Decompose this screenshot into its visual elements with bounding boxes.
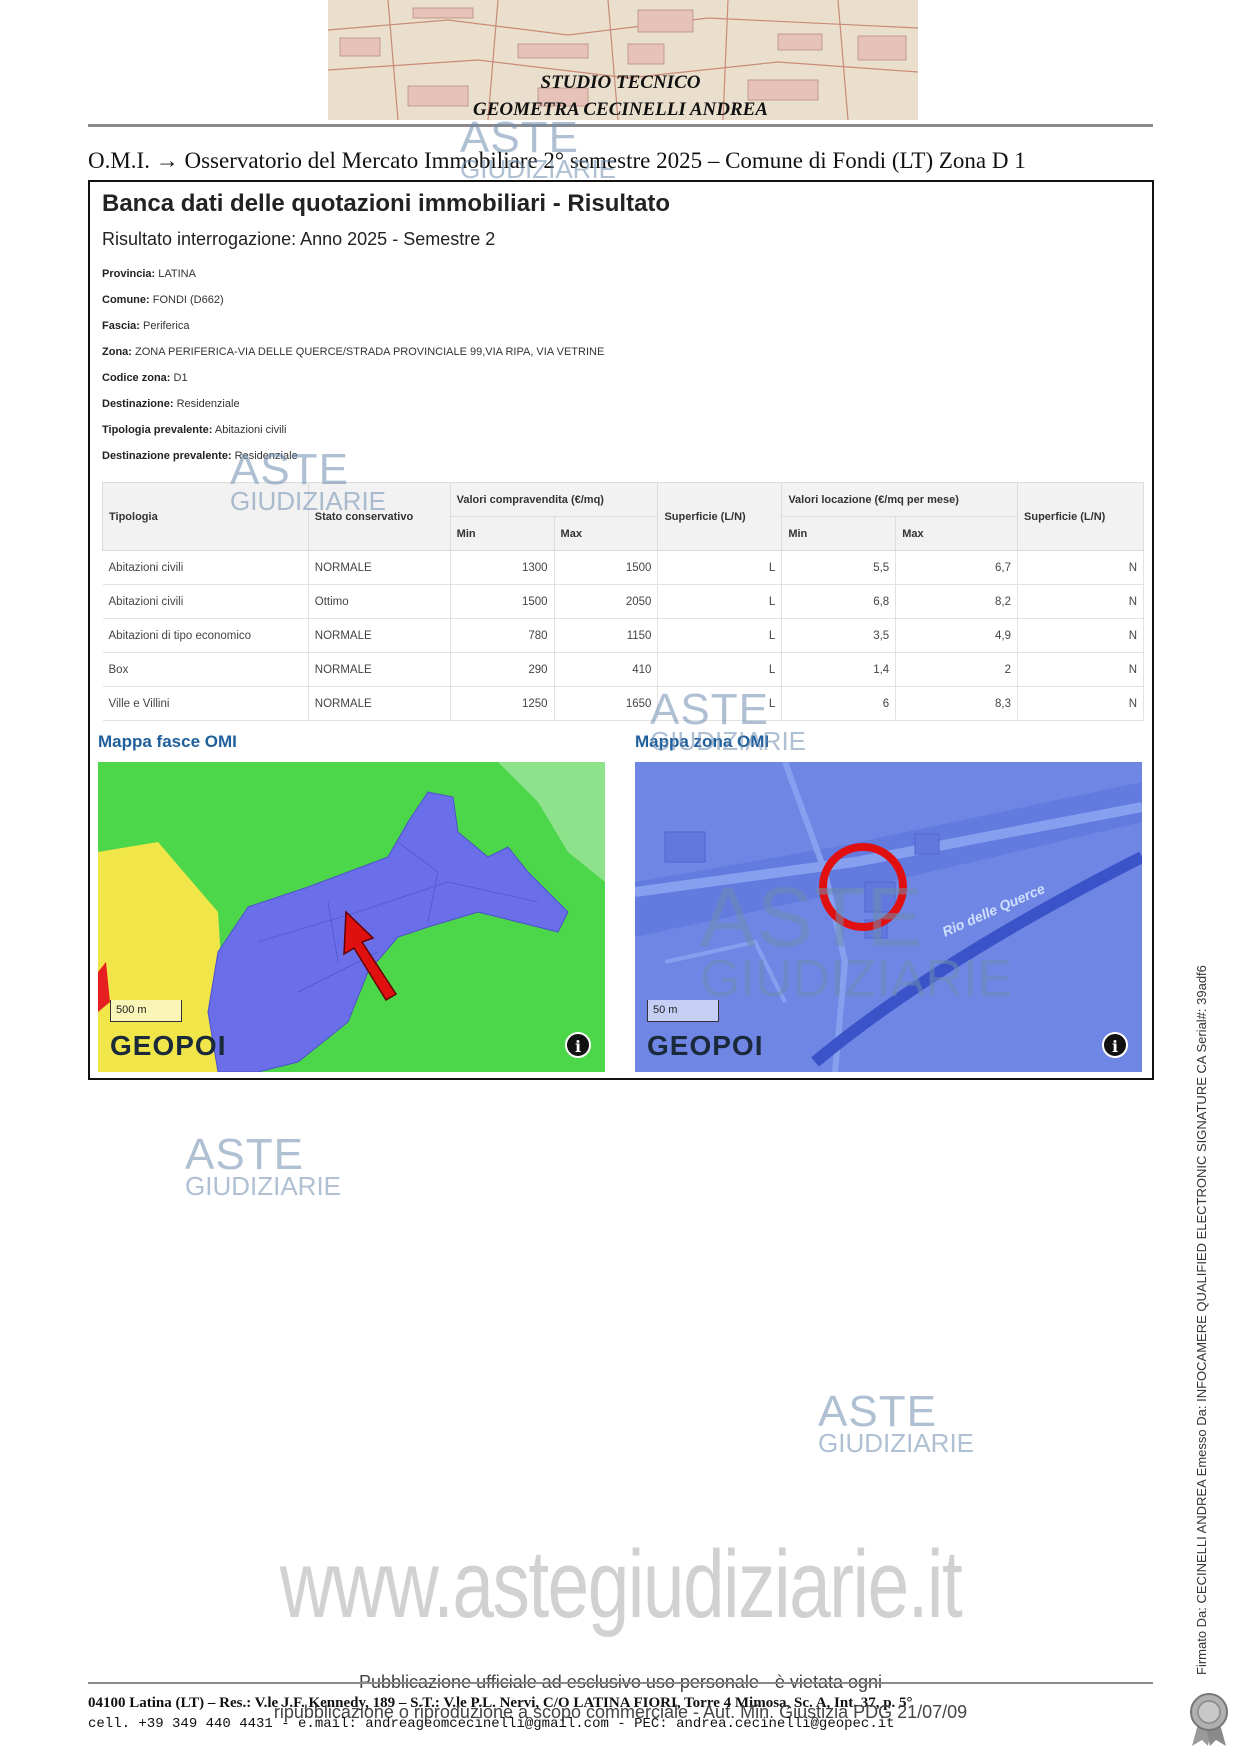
result-title: Banca dati delle quotazioni immobiliari … xyxy=(102,190,671,217)
cell-sup1: L xyxy=(657,550,783,585)
watermark-aste: ASTE GIUDIZIARIE xyxy=(650,685,807,756)
cell-v-min: 780 xyxy=(450,618,555,653)
col-locazione-max: Max xyxy=(895,516,1019,551)
cell-stato: NORMALE xyxy=(308,618,451,653)
col-vendita-min: Min xyxy=(449,516,555,551)
cell-v-max: 1650 xyxy=(554,686,659,721)
cell-v-min: 1250 xyxy=(450,686,555,721)
map-zona-brand: GEOPOI xyxy=(647,1030,764,1061)
footer-divider xyxy=(88,1682,1153,1684)
cell-l-max: 8,2 xyxy=(895,584,1019,619)
cell-v-max: 410 xyxy=(554,652,659,687)
info-comune: Comune: FONDI (D662) xyxy=(102,294,224,306)
info-destinazione: Destinazione: Residenziale xyxy=(102,398,240,410)
cell-l-max: 6,7 xyxy=(895,550,1019,585)
cell-tipologia: Abitazioni civili xyxy=(102,584,309,619)
cell-l-min: 5,5 xyxy=(781,550,897,585)
cell-l-min: 6,8 xyxy=(781,584,897,619)
map-fasce-omi[interactable]: 500 m GEOPOI i xyxy=(98,762,605,1072)
cell-stato: NORMALE xyxy=(308,550,451,585)
map-fasce-scale: 500 m xyxy=(110,1000,182,1022)
cell-l-max: 2 xyxy=(895,652,1019,687)
cell-v-max: 1150 xyxy=(554,618,659,653)
watermark-aste: ASTE GIUDIZIARIE xyxy=(185,1130,342,1201)
cell-stato: NORMALE xyxy=(308,652,451,687)
watermark-aste: ASTE GIUDIZIARIE xyxy=(460,113,617,184)
studio-name-line1: STUDIO TECNICO xyxy=(540,72,701,93)
quotations-table: Tipologia Stato conservativo Valori comp… xyxy=(102,482,1144,721)
col-superficie-locazione: Superficie (L/N) xyxy=(1017,482,1144,551)
cell-v-min: 290 xyxy=(450,652,555,687)
cell-v-max: 1500 xyxy=(554,550,659,585)
info-tipologia-prevalente: Tipologia prevalente: Abitazioni civili xyxy=(102,424,287,436)
cell-sup1: L xyxy=(657,584,783,619)
info-provincia: Provincia: LATINA xyxy=(102,268,196,280)
cell-stato: NORMALE xyxy=(308,686,451,721)
col-locazione-min: Min xyxy=(781,516,897,551)
cell-l-max: 4,9 xyxy=(895,618,1019,653)
table-row: Abitazioni civili NORMALE 1300 1500 L 5,5 6,7 N xyxy=(102,550,1144,585)
col-locazione: Valori locazione (€/mq per mese) xyxy=(781,482,1019,517)
watermark-aste: ASTE GIUDIZIARIE xyxy=(818,1387,975,1458)
cell-stato: Ottimo xyxy=(308,584,451,619)
info-fascia: Fascia: Periferica xyxy=(102,320,190,332)
digital-signature: Firmato Da: CECINELLI ANDREA Emesso Da: … xyxy=(1194,965,1209,1675)
watermark-site: www.astegiudiziarie.it xyxy=(279,1531,963,1638)
cell-l-min: 3,5 xyxy=(781,618,897,653)
cell-tipologia: Abitazioni di tipo economico xyxy=(102,618,309,653)
map-fasce-brand: GEOPOI xyxy=(110,1030,227,1061)
col-vendita: Valori compravendita (€/mq) xyxy=(449,482,659,517)
map-fasce-graphic xyxy=(98,762,605,1072)
cell-v-min: 1500 xyxy=(450,584,555,619)
info-icon[interactable]: i xyxy=(1102,1032,1128,1058)
table-row: Ville e Villini NORMALE 1250 1650 L 6 8,3 N xyxy=(102,686,1144,721)
cell-tipologia: Abitazioni civili xyxy=(102,550,309,585)
seal-badge-icon xyxy=(1190,1693,1228,1746)
info-icon[interactable]: i xyxy=(565,1032,591,1058)
studio-name-line2: GEOMETRA CECINELLI ANDREA xyxy=(473,99,768,120)
header-divider xyxy=(88,124,1153,127)
col-superficie-vendita: Superficie (L/N) xyxy=(657,482,783,551)
cell-l-min: 1,4 xyxy=(781,652,897,687)
cell-tipologia: Ville e Villini xyxy=(102,686,309,721)
result-subtitle: Risultato interrogazione: Anno 2025 - Se… xyxy=(102,229,496,249)
cell-sup1: L xyxy=(657,618,783,653)
cell-v-min: 1300 xyxy=(450,550,555,585)
cell-sup2: N xyxy=(1017,550,1144,585)
table-row: Box NORMALE 290 410 L 1,4 2 N xyxy=(102,652,1144,687)
table-row: Abitazioni civili Ottimo 1500 2050 L 6,8 8,2 N xyxy=(102,584,1144,619)
table-row: Abitazioni di tipo economico NORMALE 780 11… xyxy=(102,618,1144,653)
cell-tipologia: Box xyxy=(102,652,309,687)
info-codice-zona: Codice zona: D1 xyxy=(102,372,188,384)
col-vendita-max: Max xyxy=(553,516,659,551)
cell-sup2: N xyxy=(1017,652,1144,687)
cell-sup1: L xyxy=(657,652,783,687)
footer-contacts: cell. +39 349 440 4431 - e.mail: andreag… xyxy=(88,1716,895,1732)
cell-sup2: N xyxy=(1017,584,1144,619)
watermark-aste: ASTE GIUDIZIARIE xyxy=(700,870,1013,1008)
cell-l-max: 8,3 xyxy=(895,686,1019,721)
map-fasce-title: Mappa fasce OMI xyxy=(98,732,237,751)
info-zona: Zona: ZONA PERIFERICA-VIA DELLE QUERCE/S… xyxy=(102,346,605,358)
cell-sup2: N xyxy=(1017,686,1144,721)
cell-v-max: 2050 xyxy=(554,584,659,619)
watermark-aste: ASTE GIUDIZIARIE xyxy=(230,445,387,516)
cell-sup2: N xyxy=(1017,618,1144,653)
